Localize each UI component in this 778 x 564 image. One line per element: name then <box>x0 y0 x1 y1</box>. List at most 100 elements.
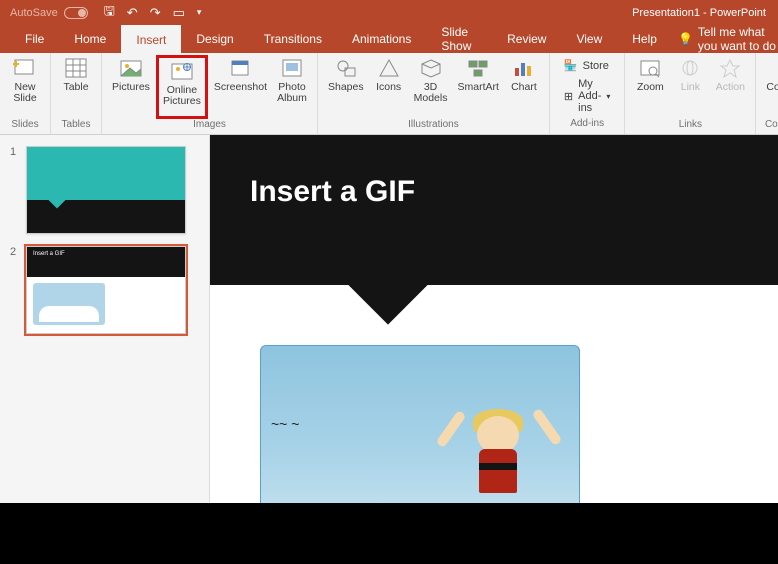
comment-button[interactable]: Comment <box>762 55 778 119</box>
thumbnail-row: 2 Insert a GIF <box>0 240 209 340</box>
my-addins-button[interactable]: ⊞ My Add-ins ▾ <box>564 78 610 114</box>
icons-button[interactable]: Icons <box>370 55 408 119</box>
slide-thumbnail-2[interactable]: Insert a GIF <box>26 246 186 334</box>
autosave-toggle-group[interactable]: AutoSave <box>0 7 98 19</box>
autosave-switch-icon <box>64 7 88 19</box>
autosave-label: AutoSave <box>10 7 58 19</box>
save-icon[interactable]: 🖫 <box>104 2 115 24</box>
smartart-label: SmartArt <box>457 82 498 93</box>
group-addins: 🏪 Store ⊞ My Add-ins ▾ Add-ins <box>550 53 625 134</box>
ribbon-tabs: File Home Insert Design Transitions Anim… <box>0 25 778 53</box>
group-slides-label: Slides <box>6 119 44 132</box>
ribbon: New Slide Slides Table Tables Pictures <box>0 53 778 135</box>
group-illustrations-label: Illustrations <box>324 119 543 132</box>
new-slide-button[interactable]: New Slide <box>6 55 44 119</box>
action-icon <box>718 57 742 79</box>
group-tables-label: Tables <box>57 119 95 132</box>
slide-thumbnails-pane[interactable]: 1 2 Insert a GIF <box>0 135 210 503</box>
tab-insert[interactable]: Insert <box>121 25 181 53</box>
tab-design[interactable]: Design <box>181 25 248 53</box>
tab-animations[interactable]: Animations <box>337 25 426 53</box>
tab-help[interactable]: Help <box>617 25 672 53</box>
icons-label: Icons <box>376 82 401 93</box>
group-illustrations: Shapes Icons 3D Models SmartArt Chart <box>318 53 550 134</box>
table-label: Table <box>63 82 88 93</box>
workspace: 1 2 Insert a GIF Insert a GIF <box>0 135 778 503</box>
photo-album-label: Photo Album <box>277 82 307 104</box>
tab-file[interactable]: File <box>10 25 59 53</box>
group-comments: Comment Comments <box>756 53 778 134</box>
thumbnail-index: 1 <box>10 146 20 234</box>
store-button[interactable]: 🏪 Store <box>564 59 610 72</box>
slide-thumbnail-1[interactable] <box>26 146 186 234</box>
quick-access-toolbar: 🖫 ↶ ↷ ▭ ▾ <box>98 2 208 24</box>
table-icon <box>64 57 88 79</box>
store-icon: 🏪 <box>564 59 578 72</box>
comment-label: Comment <box>766 82 778 93</box>
my-addins-label: My Add-ins <box>578 78 601 114</box>
slide-title[interactable]: Insert a GIF <box>210 135 778 285</box>
addins-icon: ⊞ <box>564 90 573 103</box>
tab-view[interactable]: View <box>561 25 617 53</box>
link-label: Link <box>681 82 700 93</box>
store-label: Store <box>583 60 609 72</box>
powerpoint-window: AutoSave 🖫 ↶ ↷ ▭ ▾ Presentation1 - Power… <box>0 0 778 503</box>
online-pictures-icon <box>170 60 194 82</box>
table-button[interactable]: Table <box>57 55 95 119</box>
photo-album-icon <box>280 57 304 79</box>
thumbnail-index: 2 <box>10 246 20 334</box>
shapes-label: Shapes <box>328 82 364 93</box>
action-button: Action <box>711 55 749 119</box>
chevron-down-icon: ▾ <box>606 92 610 101</box>
chart-button[interactable]: Chart <box>505 55 543 119</box>
smartart-icon <box>466 57 490 79</box>
thumbnail-title: Insert a GIF <box>27 247 185 277</box>
new-slide-icon <box>13 57 37 79</box>
group-slides: New Slide Slides <box>0 53 51 134</box>
screenshot-button[interactable]: Screenshot <box>210 55 271 119</box>
group-images: Pictures Online Pictures Screenshot Phot… <box>102 53 318 134</box>
inserted-image[interactable]: ~~ ~ <box>260 345 580 503</box>
online-pictures-label: Online Pictures <box>163 85 201 107</box>
new-slide-label: New Slide <box>13 82 36 104</box>
3d-models-button[interactable]: 3D Models <box>410 55 452 119</box>
icons-icon <box>377 57 401 79</box>
pictures-icon <box>119 57 143 79</box>
photo-album-button[interactable]: Photo Album <box>273 55 311 119</box>
tab-transitions[interactable]: Transitions <box>249 25 337 53</box>
slide-body: ~~ ~ <box>210 285 778 503</box>
start-from-beginning-icon[interactable]: ▭ <box>173 5 185 21</box>
link-button: Link <box>671 55 709 119</box>
smartart-button[interactable]: SmartArt <box>453 55 502 119</box>
cartoon-character <box>449 404 549 503</box>
shapes-button[interactable]: Shapes <box>324 55 368 119</box>
link-icon <box>678 57 702 79</box>
birds-illustration: ~~ ~ <box>271 416 299 432</box>
tell-me-search[interactable]: 💡 Tell me what you want to do <box>678 25 778 53</box>
zoom-label: Zoom <box>637 82 664 93</box>
3d-models-label: 3D Models <box>414 82 448 104</box>
pictures-button[interactable]: Pictures <box>108 55 154 119</box>
tab-review[interactable]: Review <box>492 25 561 53</box>
screenshot-label: Screenshot <box>214 82 267 93</box>
search-icon: 💡 <box>678 32 693 46</box>
redo-icon[interactable]: ↷ <box>150 5 161 21</box>
shapes-icon <box>334 57 358 79</box>
window-title: Presentation1 - PowerPoint <box>632 7 778 19</box>
chart-icon <box>512 57 536 79</box>
tab-home[interactable]: Home <box>59 25 121 53</box>
qat-dropdown-icon[interactable]: ▾ <box>197 7 202 18</box>
action-label: Action <box>716 82 745 93</box>
undo-icon[interactable]: ↶ <box>127 5 138 21</box>
group-links: Zoom Link Action Links <box>625 53 756 134</box>
zoom-icon <box>638 57 662 79</box>
online-pictures-button[interactable]: Online Pictures <box>156 55 208 119</box>
tell-me-label: Tell me what you want to do <box>698 25 778 53</box>
zoom-button[interactable]: Zoom <box>631 55 669 119</box>
slide-canvas[interactable]: Insert a GIF ~~ ~ <box>210 135 778 503</box>
slide-title-text: Insert a GIF <box>250 175 415 208</box>
group-links-label: Links <box>631 119 749 132</box>
thumbnail-row: 1 <box>0 140 209 240</box>
tab-slideshow[interactable]: Slide Show <box>426 25 492 53</box>
chart-label: Chart <box>511 82 537 93</box>
